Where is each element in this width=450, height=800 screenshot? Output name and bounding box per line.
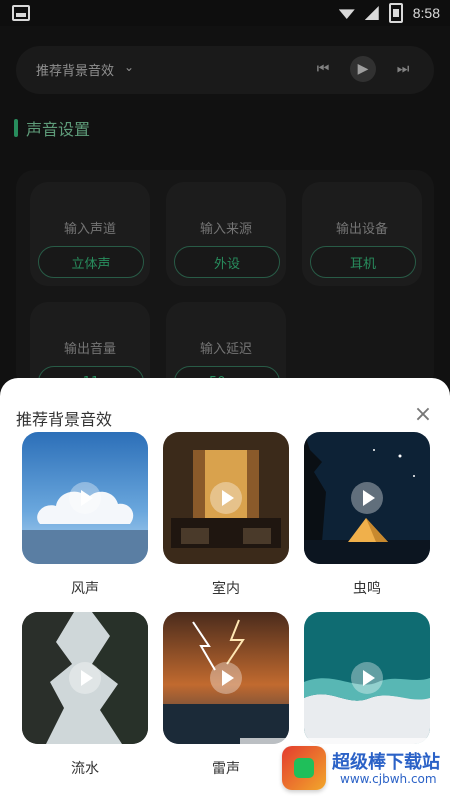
sound-card-insects[interactable] <box>304 432 430 564</box>
watermark-logo-icon <box>282 746 326 790</box>
sound-card-stream[interactable] <box>22 612 148 744</box>
play-icon[interactable] <box>351 662 383 694</box>
play-icon[interactable] <box>69 482 101 514</box>
sound-card-wind[interactable] <box>22 432 148 564</box>
sound-name: 虫鸣 <box>353 581 381 597</box>
sound-name: 室内 <box>212 581 240 597</box>
play-icon[interactable] <box>69 662 101 694</box>
sound-card-thunder[interactable] <box>163 612 289 744</box>
sheet-title: 推荐背景音效 <box>16 410 113 429</box>
close-icon[interactable]: × <box>412 404 434 426</box>
sound-card-indoor[interactable] <box>163 432 289 564</box>
watermark: 超级棒下载站 www.cjbwh.com <box>240 738 450 800</box>
sound-name: 流水 <box>71 761 99 777</box>
sound-name: 风声 <box>71 581 99 597</box>
watermark-brand: 超级棒下载站 <box>332 752 440 773</box>
play-icon[interactable] <box>351 482 383 514</box>
play-icon[interactable] <box>210 662 242 694</box>
play-icon[interactable] <box>210 482 242 514</box>
sound-card-ocean[interactable] <box>304 612 430 744</box>
bottom-sheet: 推荐背景音效 × 风声 室内 虫鸣 流水 雷声 超级棒下载站 www.cjbwh… <box>0 378 450 800</box>
watermark-url: www.cjbwh.com <box>340 772 437 786</box>
